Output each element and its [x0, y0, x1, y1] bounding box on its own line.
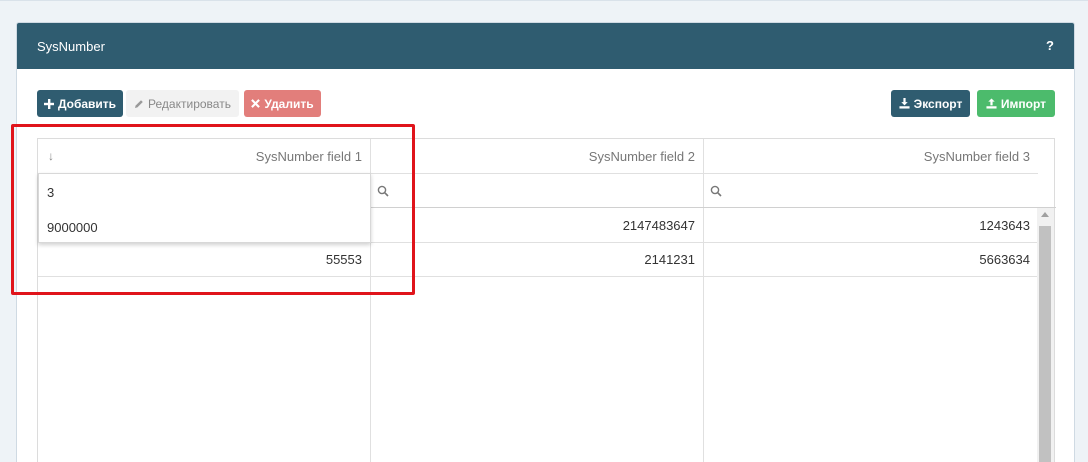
pencil-icon	[135, 99, 143, 108]
delete-button[interactable]: Удалить	[244, 90, 321, 117]
column-header-label: SysNumber field 3	[923, 148, 1030, 164]
row-divider	[38, 276, 1038, 277]
dropdown-option[interactable]: 3	[47, 185, 54, 200]
add-button[interactable]: Добавить	[37, 90, 123, 117]
column-header-field-3[interactable]: SysNumber field 3	[704, 139, 1038, 173]
vertical-scrollbar[interactable]	[1037, 208, 1054, 462]
page-top-border	[0, 0, 1088, 1]
search-icon	[710, 185, 722, 197]
export-button[interactable]: Экспорт	[891, 90, 970, 117]
panel-title: SysNumber	[37, 39, 105, 54]
panel-header: SysNumber ?	[17, 23, 1074, 69]
filter-input-field-3[interactable]	[704, 173, 1038, 208]
help-icon[interactable]: ?	[1046, 38, 1054, 53]
plus-icon	[43, 98, 54, 109]
table-cell[interactable]: 2147483647	[371, 208, 703, 242]
table-cell[interactable]: 55553	[38, 242, 370, 276]
sysnumber-panel: SysNumber ? Добавить Редактировать Удали…	[16, 22, 1075, 462]
download-icon	[899, 98, 910, 109]
scroll-up-arrow-icon[interactable]	[1041, 212, 1049, 217]
edit-button[interactable]: Редактировать	[126, 90, 239, 117]
upload-icon	[986, 98, 997, 109]
times-icon	[251, 99, 261, 108]
scrollbar-thumb[interactable]	[1039, 226, 1051, 462]
dropdown-option[interactable]: 9000000	[47, 220, 98, 235]
edit-button-label: Редактировать	[148, 96, 231, 111]
import-button-label: Импорт	[1000, 96, 1047, 111]
filter-autocomplete-dropdown: 3 9000000	[38, 173, 371, 243]
table-cell[interactable]: 2141231	[371, 242, 703, 276]
add-button-label: Добавить	[57, 96, 117, 111]
table-cell[interactable]: 5663634	[704, 242, 1038, 276]
table-cell[interactable]: 1243643	[704, 208, 1038, 242]
column-header-field-1[interactable]: ↓ SysNumber field 1	[38, 139, 370, 173]
delete-button-label: Удалить	[264, 96, 314, 111]
sort-arrow-down-icon[interactable]: ↓	[48, 149, 54, 163]
export-button-label: Экспорт	[913, 96, 963, 111]
import-button[interactable]: Импорт	[977, 90, 1055, 117]
column-header-field-2[interactable]: SysNumber field 2	[371, 139, 703, 173]
column-header-label: SysNumber field 2	[588, 148, 695, 164]
filter-input-field-2[interactable]	[371, 173, 703, 208]
column-header-label: SysNumber field 1	[255, 148, 362, 164]
search-icon	[377, 185, 389, 197]
